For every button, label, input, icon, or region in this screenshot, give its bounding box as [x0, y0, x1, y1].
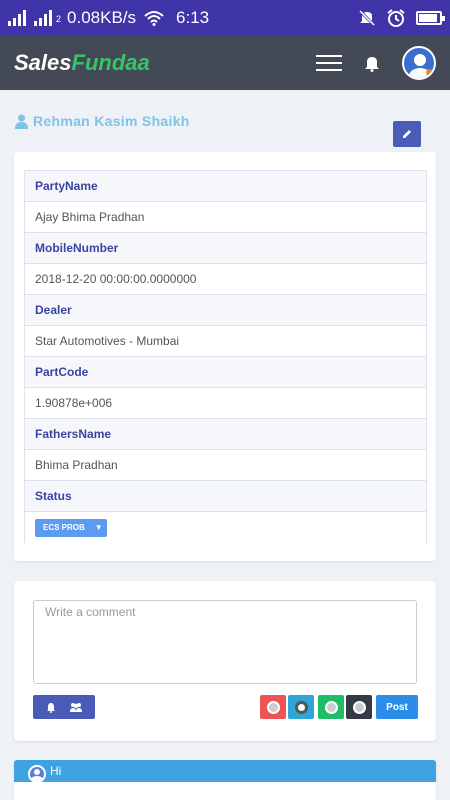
status-value: ECS PROB	[43, 523, 85, 532]
field-value-partyname: Ajay Bhima Pradhan	[25, 202, 426, 233]
comment-options-group	[33, 695, 95, 719]
field-value-dealer: Star Automotives - Mumbai	[25, 326, 426, 357]
post-button[interactable]: Post	[376, 695, 418, 719]
field-value-partcode: 1.90878e+006	[25, 388, 426, 419]
status-row: ECS PROB ▼	[25, 512, 426, 543]
field-value-mobilenumber: 2018-12-20 00:00:00.0000000	[25, 264, 426, 295]
time: 6:13	[176, 8, 210, 27]
field-label-mobilenumber: MobileNumber	[25, 233, 426, 264]
comment-placeholder: Write a comment	[45, 605, 136, 619]
sim-indicator: 2	[56, 14, 62, 24]
comment-card: Write a comment Post	[14, 581, 436, 741]
wifi-icon	[144, 11, 164, 26]
signal-icon	[8, 10, 26, 26]
field-label-partyname: PartyName	[25, 171, 426, 202]
details-card: PartyName Ajay Bhima Pradhan MobileNumbe…	[14, 152, 436, 561]
user-icon	[15, 114, 28, 129]
caret-down-icon: ▼	[94, 523, 103, 532]
field-label-fathersname: FathersName	[25, 419, 426, 450]
feed-item: Hi	[14, 760, 436, 800]
status-dropdown[interactable]: ECS PROB ▼	[35, 518, 107, 537]
details-table: PartyName Ajay Bhima Pradhan MobileNumbe…	[24, 170, 427, 543]
avatar	[28, 765, 46, 783]
users-icon[interactable]	[69, 702, 83, 713]
top-navbar: SalesFundaa	[0, 36, 450, 90]
feed-message: Hi	[50, 764, 62, 778]
feed-item-header: Hi	[14, 760, 436, 783]
menu-icon[interactable]	[316, 55, 342, 71]
alarm-icon	[387, 9, 405, 27]
edit-button[interactable]	[393, 121, 421, 147]
color-option-dark[interactable]	[346, 695, 372, 719]
status-bar: 2 0.08KB/s 6:13	[0, 0, 450, 36]
bell-icon[interactable]	[364, 54, 380, 72]
field-label-status: Status	[25, 481, 426, 512]
bell-icon[interactable]	[46, 702, 56, 713]
profile-name: Rehman Kasim Shaikh	[14, 113, 190, 129]
field-label-dealer: Dealer	[25, 295, 426, 326]
color-option-green[interactable]	[318, 695, 344, 719]
battery-icon	[416, 11, 445, 25]
color-option-blue[interactable]	[288, 695, 314, 719]
comment-input[interactable]: Write a comment	[33, 600, 417, 684]
color-option-red[interactable]	[260, 695, 286, 719]
brand-logo[interactable]: SalesFundaa	[14, 50, 150, 76]
avatar[interactable]	[402, 46, 436, 80]
field-label-partcode: PartCode	[25, 357, 426, 388]
pencil-icon	[403, 130, 411, 138]
signal-icon	[34, 10, 52, 26]
mute-icon	[358, 9, 376, 27]
network-speed: 0.08KB/s	[67, 8, 137, 27]
field-value-fathersname: Bhima Pradhan	[25, 450, 426, 481]
